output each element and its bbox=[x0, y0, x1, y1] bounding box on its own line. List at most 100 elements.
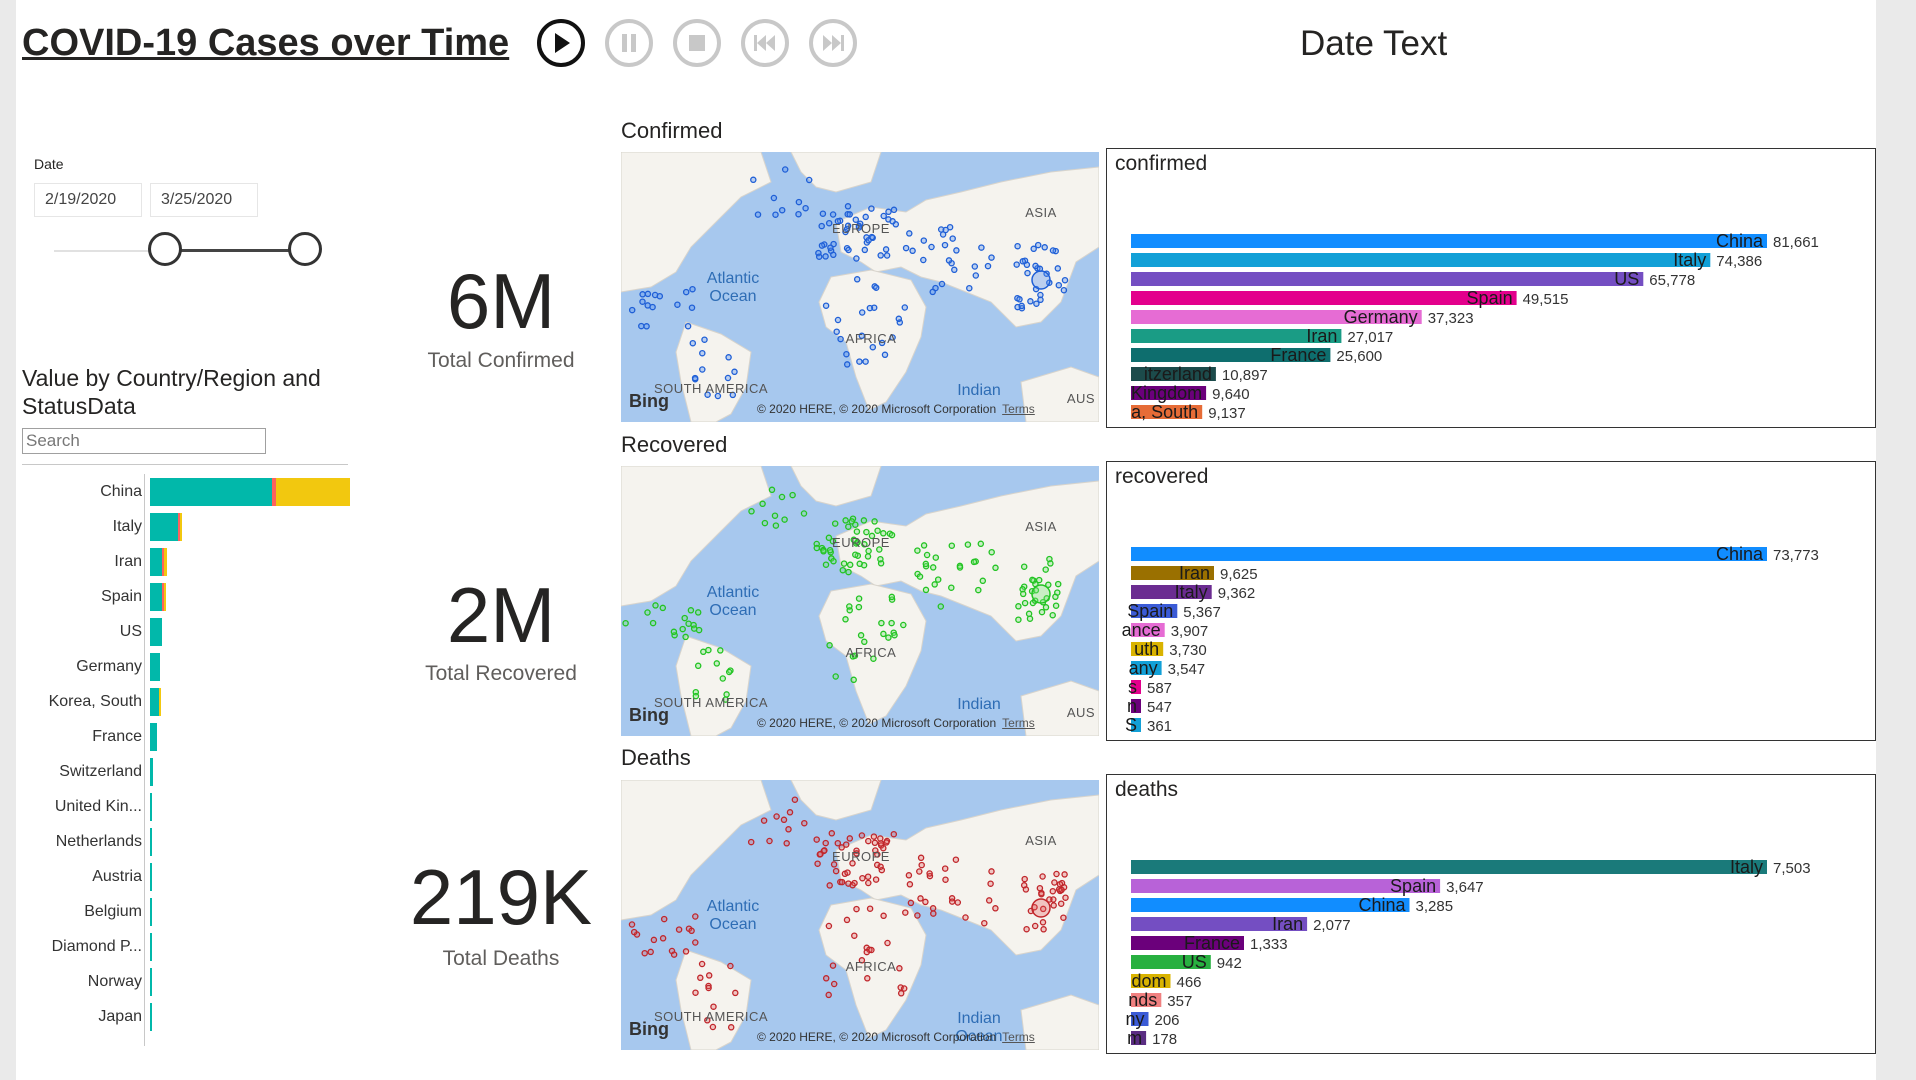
map-bubble[interactable] bbox=[830, 980, 838, 988]
map-bubble[interactable] bbox=[929, 288, 936, 296]
map-bubble[interactable] bbox=[859, 874, 866, 882]
map-bubble[interactable] bbox=[864, 873, 872, 880]
map-bubble[interactable] bbox=[725, 668, 733, 676]
map-bubble[interactable] bbox=[858, 832, 866, 839]
map-bubble[interactable] bbox=[1049, 247, 1057, 254]
bar-row-bar[interactable] bbox=[150, 828, 152, 856]
map-bubble[interactable] bbox=[1041, 244, 1048, 251]
map-bubble[interactable] bbox=[937, 603, 945, 610]
map-bubble[interactable] bbox=[861, 246, 869, 254]
map-bubble[interactable] bbox=[719, 675, 727, 682]
map-bubble[interactable] bbox=[926, 870, 933, 877]
bar-segment[interactable] bbox=[150, 478, 272, 506]
map-bubble[interactable] bbox=[699, 366, 706, 373]
map-bubble[interactable] bbox=[1062, 894, 1069, 901]
map-bubble[interactable] bbox=[1042, 604, 1050, 611]
map-bubble[interactable] bbox=[909, 247, 916, 255]
bar-row-bar[interactable] bbox=[150, 723, 157, 751]
map-bubble[interactable] bbox=[988, 548, 995, 556]
map-bubble[interactable] bbox=[1023, 925, 1030, 933]
map-bubble[interactable] bbox=[979, 577, 987, 585]
map-bubble[interactable] bbox=[945, 257, 953, 264]
map-bubble[interactable] bbox=[845, 523, 852, 530]
map-bubble[interactable] bbox=[685, 620, 692, 627]
map-bubble[interactable] bbox=[732, 989, 739, 997]
map-bubble[interactable] bbox=[699, 349, 706, 357]
map-bubble[interactable] bbox=[778, 206, 786, 214]
map-bubble[interactable] bbox=[907, 899, 915, 907]
map-bubble[interactable] bbox=[1051, 879, 1058, 886]
map-bubble[interactable] bbox=[865, 237, 872, 244]
bar-segment[interactable] bbox=[150, 793, 152, 821]
map-bubble[interactable] bbox=[781, 516, 788, 523]
map-bubble[interactable] bbox=[992, 905, 999, 912]
bar-row[interactable]: Germany bbox=[22, 652, 382, 682]
map-bubble[interactable] bbox=[1050, 902, 1057, 909]
search-input[interactable] bbox=[22, 428, 266, 454]
map-bubble[interactable] bbox=[1061, 276, 1069, 284]
end-date-handle[interactable] bbox=[288, 232, 322, 266]
map-bubble[interactable] bbox=[818, 242, 826, 249]
map-bubble[interactable] bbox=[659, 604, 667, 612]
bar-row[interactable]: Belgium bbox=[22, 897, 382, 927]
map-bubble[interactable] bbox=[1057, 900, 1065, 907]
map-bubble[interactable] bbox=[750, 176, 757, 184]
map-bubble[interactable] bbox=[628, 921, 636, 928]
map-bubble[interactable] bbox=[948, 898, 956, 905]
map-bubble[interactable] bbox=[682, 288, 690, 296]
map-bubble[interactable] bbox=[856, 560, 863, 568]
map-bubble[interactable] bbox=[830, 557, 837, 565]
map-bubble[interactable] bbox=[948, 584, 955, 591]
race-bar[interactable] bbox=[1131, 547, 1767, 561]
map-bubble[interactable] bbox=[689, 339, 697, 347]
bar-segment[interactable] bbox=[150, 548, 162, 576]
map-bubble[interactable] bbox=[822, 975, 830, 982]
map-bubble[interactable] bbox=[770, 194, 778, 202]
map-bubble[interactable] bbox=[865, 837, 872, 845]
bar-row[interactable]: Spain bbox=[22, 582, 382, 612]
map-bubble[interactable] bbox=[928, 243, 935, 251]
map-bubble[interactable] bbox=[906, 230, 913, 237]
map-bubble[interactable] bbox=[853, 255, 860, 262]
map-bubble[interactable] bbox=[644, 290, 652, 298]
map-bubble[interactable] bbox=[1015, 616, 1022, 623]
map-bubble[interactable] bbox=[771, 512, 779, 519]
map-bubble[interactable] bbox=[885, 634, 892, 641]
map-bubble[interactable] bbox=[682, 633, 689, 641]
map-bubble[interactable] bbox=[865, 879, 872, 887]
map-bubble[interactable] bbox=[692, 939, 699, 946]
bar-row[interactable]: Austria bbox=[22, 862, 382, 892]
bar-row-bar[interactable] bbox=[150, 793, 152, 821]
map-bubble[interactable] bbox=[975, 586, 982, 594]
bar-row-bar[interactable] bbox=[150, 653, 160, 681]
bar-segment[interactable] bbox=[150, 653, 160, 681]
map-bubble[interactable] bbox=[1052, 593, 1059, 601]
map-bubble[interactable] bbox=[830, 251, 837, 259]
bar-row-bar[interactable] bbox=[150, 968, 152, 996]
bar-row-bar[interactable] bbox=[150, 618, 162, 646]
map-bubble[interactable] bbox=[818, 222, 825, 230]
start-date-handle[interactable] bbox=[148, 232, 182, 266]
map-bubble[interactable] bbox=[916, 573, 924, 580]
map-bubble[interactable] bbox=[650, 936, 658, 944]
map-bubble[interactable] bbox=[843, 361, 851, 368]
map-bubble[interactable] bbox=[964, 541, 972, 548]
map-confirmed[interactable]: Atlantic Ocean Indian EUROPE ASIA AFRICA SOUT… bbox=[621, 152, 1099, 422]
map-bubble[interactable] bbox=[1039, 873, 1046, 880]
map-bubble[interactable] bbox=[652, 602, 659, 609]
bar-segment[interactable] bbox=[164, 548, 167, 576]
bar-row[interactable]: Norway bbox=[22, 967, 382, 997]
map-bubble[interactable] bbox=[920, 237, 928, 244]
map-bubble[interactable] bbox=[813, 544, 821, 552]
map-bubble[interactable] bbox=[815, 253, 823, 260]
map-bubble[interactable] bbox=[628, 306, 636, 314]
map-bubble[interactable] bbox=[852, 551, 859, 558]
map-bubble[interactable] bbox=[731, 368, 738, 376]
map-bubble[interactable] bbox=[871, 839, 879, 847]
map-bubble[interactable] bbox=[1031, 584, 1051, 604]
map-bubble[interactable] bbox=[864, 553, 872, 560]
map-bubble[interactable] bbox=[891, 631, 898, 639]
bar-row-bar[interactable] bbox=[150, 863, 152, 891]
map-bubble[interactable] bbox=[844, 203, 852, 210]
map-bubble[interactable] bbox=[1024, 269, 1031, 277]
